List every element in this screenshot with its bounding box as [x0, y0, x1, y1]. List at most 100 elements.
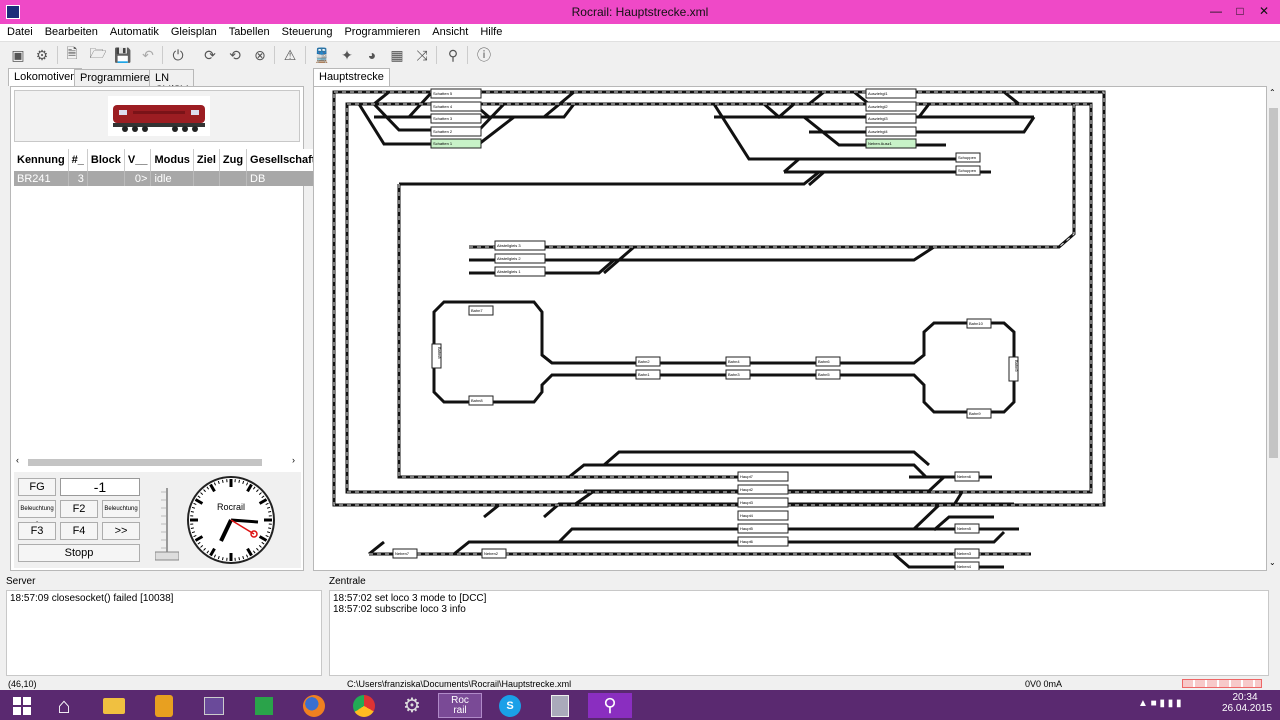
track-block[interactable]: Neben3: [954, 548, 980, 559]
tab-lokomotiven[interactable]: Lokomotiven: [8, 68, 83, 86]
track-block[interactable]: Schatten 5: [430, 88, 482, 99]
track-block[interactable]: Bahn6: [815, 356, 841, 367]
more-functions-button[interactable]: >>: [102, 522, 140, 540]
track-block[interactable]: Bahn9: [1008, 356, 1019, 382]
menu-tabellen[interactable]: Tabellen: [224, 24, 275, 40]
track-block[interactable]: Neben Ausz1: [865, 138, 917, 149]
track-block[interactable]: Neben5: [954, 523, 980, 534]
track-block[interactable]: Bahn10: [966, 318, 992, 329]
track-block[interactable]: Ausziehgl3: [865, 113, 917, 124]
vertical-scrollbar[interactable]: ⌃ ⌄: [1267, 86, 1280, 571]
info-icon[interactable]: ⓘ: [474, 45, 494, 65]
scroll-down-icon[interactable]: ⌄: [1269, 558, 1276, 567]
track-block[interactable]: Bahn4: [725, 356, 751, 367]
minimize-button[interactable]: —: [1204, 2, 1228, 20]
track-block[interactable]: Haupt3: [737, 497, 789, 508]
f4-button[interactable]: F4: [60, 522, 98, 540]
settings-icon[interactable]: ⚙: [32, 45, 52, 65]
remote-app-icon[interactable]: [192, 693, 236, 718]
beleuchtung-button[interactable]: Beleuchtung: [102, 500, 140, 518]
track-block[interactable]: Bahn5: [815, 369, 841, 380]
track-block[interactable]: Bahn9: [966, 408, 992, 419]
table-row[interactable]: BR241 3 0> idle DB: [14, 171, 320, 186]
sync-icon[interactable]: ⟳: [200, 45, 220, 65]
train-icon[interactable]: 🚆: [312, 45, 332, 65]
home-icon[interactable]: ⌂: [42, 693, 86, 718]
track-block[interactable]: Haupt4: [737, 510, 789, 521]
track-block[interactable]: Haupt5: [737, 523, 789, 534]
track-block[interactable]: Schatten 3: [430, 113, 482, 124]
track-block[interactable]: Abstellgleis 2: [494, 253, 546, 264]
search-app-icon[interactable]: ⚲: [588, 693, 632, 718]
track-block[interactable]: Neben6: [954, 471, 980, 482]
connect-icon[interactable]: ▣: [8, 45, 28, 65]
track-block[interactable]: Schatten 2: [430, 126, 482, 137]
close-button[interactable]: ✕: [1252, 2, 1276, 20]
scroll-left-icon[interactable]: ‹: [16, 455, 19, 465]
horizontal-scrollbar[interactable]: ‹ ›: [14, 455, 301, 468]
f3-button[interactable]: F3: [18, 522, 56, 540]
new-file-icon[interactable]: 🗎: [62, 45, 82, 65]
track-plan[interactable]: Schatten 5 Schatten 4 Schatten 3 Schatten 2…: [313, 86, 1267, 571]
chrome-icon[interactable]: [342, 693, 386, 718]
store-icon[interactable]: [242, 693, 286, 718]
track-block[interactable]: Neben4: [954, 561, 980, 571]
menu-datei[interactable]: Datei: [2, 24, 38, 40]
col-zug[interactable]: Zug: [219, 149, 248, 171]
rocrail-taskbar-button[interactable]: Roc rail: [438, 693, 482, 718]
fg-button[interactable]: FG: [18, 478, 56, 496]
power-icon[interactable]: ⏻: [168, 45, 188, 65]
track-block[interactable]: Schatten 1: [430, 138, 482, 149]
explorer-icon[interactable]: [92, 693, 136, 718]
speed-slider[interactable]: [154, 486, 180, 562]
menu-programmieren[interactable]: Programmieren: [339, 24, 425, 40]
col-block[interactable]: Block: [87, 149, 125, 171]
track-block[interactable]: Ausziehgl4: [865, 126, 917, 137]
track-block[interactable]: Neben2: [481, 548, 507, 559]
track-block[interactable]: Bahn3: [725, 369, 751, 380]
menu-ansicht[interactable]: Ansicht: [427, 24, 473, 40]
menu-steuerung[interactable]: Steuerung: [277, 24, 338, 40]
warning-icon[interactable]: ⚠: [280, 45, 300, 65]
skype-icon[interactable]: S: [488, 693, 532, 718]
firefox-icon[interactable]: [292, 693, 336, 718]
scroll-thumb[interactable]: [1269, 108, 1278, 458]
track-block[interactable]: Ausziehgl2: [865, 101, 917, 112]
menu-automatik[interactable]: Automatik: [105, 24, 164, 40]
track-block[interactable]: Abstellgleis 3: [494, 240, 546, 251]
track-block[interactable]: Bahn8: [468, 395, 494, 406]
search-icon[interactable]: ⚲: [443, 45, 463, 65]
col-kennung[interactable]: Kennung: [14, 149, 69, 171]
track-block[interactable]: Ausziehgl1: [865, 88, 917, 99]
tab-hauptstrecke[interactable]: Hauptstrecke: [313, 68, 390, 86]
track-block[interactable]: Bahn8: [431, 343, 442, 369]
track-block[interactable]: Bahn2: [635, 356, 661, 367]
col-gesellschaft[interactable]: Gesellschaft: [246, 149, 320, 171]
track-block[interactable]: Schuppen: [955, 152, 981, 163]
tray-icons[interactable]: ▲ ■ ▮ ▮ ▮: [1138, 698, 1182, 709]
track-block[interactable]: Haupt7: [737, 471, 789, 482]
shuffle-icon[interactable]: ⤨: [412, 45, 432, 65]
track-block[interactable]: Haupt2: [737, 484, 789, 495]
open-folder-icon[interactable]: 🗁: [88, 45, 108, 65]
tab-ln-cv-sv[interactable]: LN CV/SV: [149, 69, 195, 96]
gears-app-icon[interactable]: ⚙: [390, 693, 434, 718]
track-block[interactable]: Bahn7: [468, 305, 494, 316]
server-log[interactable]: 18:57:09 closesocket() failed [10038]: [6, 590, 322, 676]
tray-clock[interactable]: 20:34 26.04.2015: [1222, 692, 1272, 714]
menu-bearbeiten[interactable]: Bearbeiten: [40, 24, 103, 40]
undo-icon[interactable]: ↶: [138, 45, 158, 65]
stop-circle-icon[interactable]: ⊗: [250, 45, 270, 65]
track-block[interactable]: Neben7: [392, 548, 418, 559]
beleuchtung-2-button[interactable]: Beleuchtung 2: [18, 500, 56, 528]
menu-hilfe[interactable]: Hilfe: [475, 24, 507, 40]
col-number[interactable]: #_: [68, 149, 88, 171]
rotate-icon[interactable]: ⟲: [225, 45, 245, 65]
start-windows-icon[interactable]: [0, 693, 44, 718]
speed-field[interactable]: -1: [60, 478, 140, 496]
speedometer-icon[interactable]: ◕: [362, 45, 382, 65]
col-ziel[interactable]: Ziel: [193, 149, 220, 171]
menu-gleisplan[interactable]: Gleisplan: [166, 24, 222, 40]
track-block[interactable]: Abstellgleis 1: [494, 266, 546, 277]
notes-app-icon[interactable]: [142, 693, 186, 718]
